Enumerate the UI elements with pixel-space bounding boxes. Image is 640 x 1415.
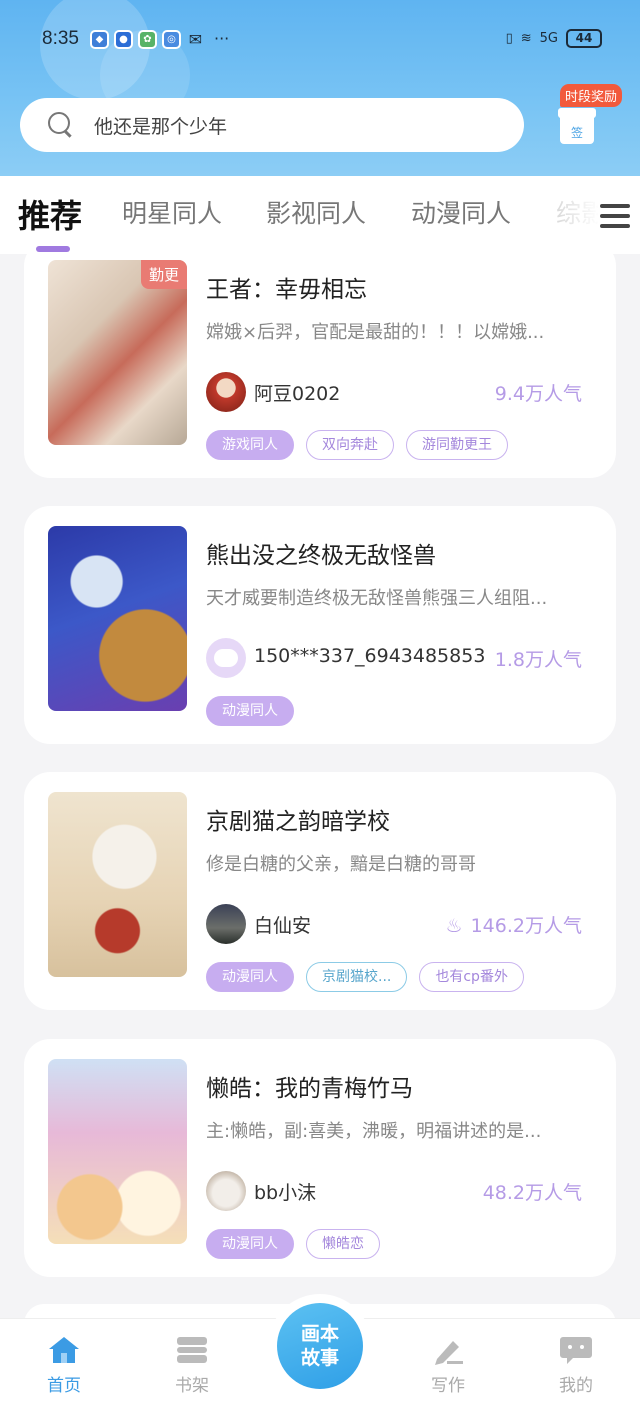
avatar[interactable] — [206, 638, 246, 678]
wechat-icon: ✉ — [188, 30, 203, 49]
tag[interactable]: 游同勤更王 — [406, 430, 508, 460]
story-title: 京剧猫之韵暗学校 — [206, 809, 390, 835]
pencil-icon — [431, 1335, 465, 1365]
nav-mine-label: 我的 — [559, 1376, 593, 1396]
battery-icon: 44 — [566, 29, 602, 48]
app-notification-icon: ◆ — [90, 30, 109, 49]
create-story-button[interactable]: 画本 故事 — [268, 1294, 372, 1398]
active-tab-indicator — [36, 246, 70, 252]
popularity: 9.4万人气 — [494, 383, 582, 405]
vibrate-icon: ▯ — [505, 31, 513, 46]
signal-icon: 5G — [539, 31, 558, 46]
search-input[interactable]: 他还是那个少年 — [94, 112, 227, 139]
tag[interactable]: 懒皓恋 — [306, 1229, 380, 1259]
tag[interactable]: 京剧猫校... — [306, 962, 408, 992]
story-card[interactable]: 熊出没之终极无敌怪兽 天才威要制造终极无敌怪兽熊强三人组阻... 150***3… — [24, 506, 616, 744]
more-notifications: ··· — [214, 29, 230, 48]
author-name[interactable]: bb小沫 — [254, 1178, 316, 1205]
app-notification-icon: ● — [114, 30, 133, 49]
app-notification-icon: ✿ — [138, 30, 157, 49]
create-story-label-2: 故事 — [300, 1347, 339, 1369]
tag-list: 动漫同人 — [206, 696, 294, 726]
tab-fade — [540, 176, 600, 240]
story-desc: 修是白糖的父亲，黯是白糖的哥哥 — [206, 854, 476, 875]
gift-icon: 签 — [558, 108, 596, 144]
tag-list: 动漫同人 懒皓恋 — [206, 1229, 380, 1259]
author-name[interactable]: 阿豆0202 — [254, 379, 340, 406]
create-story-inner: 画本 故事 — [277, 1303, 363, 1389]
tab-anime-fanfic[interactable]: 动漫同人 — [411, 194, 511, 230]
cover-image: 勤更 — [48, 260, 187, 445]
nav-write[interactable]: 写作 — [408, 1319, 488, 1396]
bookshelf-icon — [175, 1335, 209, 1365]
popularity: 48.2万人气 — [482, 1182, 582, 1204]
status-time: 8:35 — [42, 28, 79, 49]
update-badge: 勤更 — [140, 260, 187, 289]
nav-mine[interactable]: 我的 — [536, 1319, 616, 1396]
story-desc: 主:懒皓，副:喜美，沸暖，明福讲述的是... — [206, 1121, 542, 1142]
nav-shelf-label: 书架 — [175, 1376, 209, 1396]
avatar[interactable] — [206, 904, 246, 944]
story-desc: 嫦娥×后羿，官配是最甜的！！！以嫦娥... — [206, 322, 545, 343]
reward-badge: 时段奖励 — [560, 84, 623, 107]
category-tabs-overlay: 推荐 明星同人 影视同人 动漫同人 综影 — [0, 176, 640, 240]
cover-image — [48, 792, 187, 977]
tab-star-fanfic[interactable]: 明星同人 — [122, 194, 222, 230]
story-title: 王者：幸毋相忘 — [206, 277, 367, 303]
create-story-label-1: 画本 — [300, 1323, 339, 1345]
story-card[interactable]: 勤更 王者：幸毋相忘 嫦娥×后羿，官配是最甜的！！！以嫦娥... 阿豆0202 … — [24, 240, 616, 478]
nav-shelf[interactable]: 书架 — [152, 1319, 232, 1396]
nav-home-label: 首页 — [47, 1376, 81, 1396]
story-desc: 天才威要制造终极无敌怪兽熊强三人组阻... — [206, 588, 548, 609]
category-menu-icon[interactable] — [598, 200, 634, 236]
sign-in-label: 签 — [570, 126, 583, 140]
tab-recommend[interactable]: 推荐 — [18, 191, 82, 237]
tab-film-fanfic[interactable]: 影视同人 — [266, 194, 366, 230]
popularity: 1.8万人气 — [494, 649, 582, 671]
tag[interactable]: 也有cp番外 — [419, 962, 524, 992]
search-bar[interactable]: 他还是那个少年 — [20, 98, 524, 152]
fire-icon: ♨ — [445, 915, 463, 937]
home-icon — [47, 1335, 81, 1365]
popularity: ♨ 146.2万人气 — [445, 915, 582, 937]
author-name[interactable]: 150***337_6943485853 — [254, 645, 485, 667]
app-notification-icon: ◎ — [162, 30, 181, 49]
cover-image — [48, 1059, 187, 1244]
cover-image — [48, 526, 187, 711]
story-card[interactable]: 京剧猫之韵暗学校 修是白糖的父亲，黯是白糖的哥哥 白仙安 ♨ 146.2万人气 动… — [24, 772, 616, 1010]
nav-home[interactable]: 首页 — [24, 1319, 104, 1396]
chat-bubble-icon — [559, 1335, 593, 1365]
author-name[interactable]: 白仙安 — [254, 911, 311, 938]
status-app-icons: ◆ ● ✿ ◎ ✉ ··· — [90, 30, 229, 49]
tag[interactable]: 游戏同人 — [206, 430, 294, 460]
tag[interactable]: 动漫同人 — [206, 1229, 294, 1259]
avatar[interactable] — [206, 1171, 246, 1211]
story-card[interactable]: 懒皓：我的青梅竹马 主:懒皓，副:喜美，沸暖，明福讲述的是... bb小沫 48… — [24, 1039, 616, 1277]
tag[interactable]: 动漫同人 — [206, 962, 294, 992]
default-avatar-icon — [214, 649, 238, 667]
search-icon — [48, 112, 74, 138]
nav-write-label: 写作 — [431, 1376, 465, 1396]
wifi-icon: ≋ — [520, 31, 532, 46]
story-title: 熊出没之终极无敌怪兽 — [206, 543, 436, 569]
avatar[interactable] — [206, 372, 246, 412]
system-status: ▯ ≋ 5G 44 — [506, 29, 602, 48]
tag[interactable]: 双向奔赴 — [306, 430, 394, 460]
story-title: 懒皓：我的青梅竹马 — [206, 1076, 413, 1102]
tag[interactable]: 动漫同人 — [206, 696, 294, 726]
tag-list: 动漫同人 京剧猫校... 也有cp番外 — [206, 962, 524, 992]
tag-list: 游戏同人 双向奔赴 游同勤更王 — [206, 430, 508, 460]
time-reward-button[interactable]: 时段奖励 签 — [556, 84, 623, 154]
status-bar: 8:35 ◆ ● ✿ ◎ ✉ ··· ▯ ≋ 5G 44 — [0, 20, 640, 60]
header: 8:35 ◆ ● ✿ ◎ ✉ ··· ▯ ≋ 5G 44 他还是那个少年 时段奖… — [0, 0, 640, 176]
